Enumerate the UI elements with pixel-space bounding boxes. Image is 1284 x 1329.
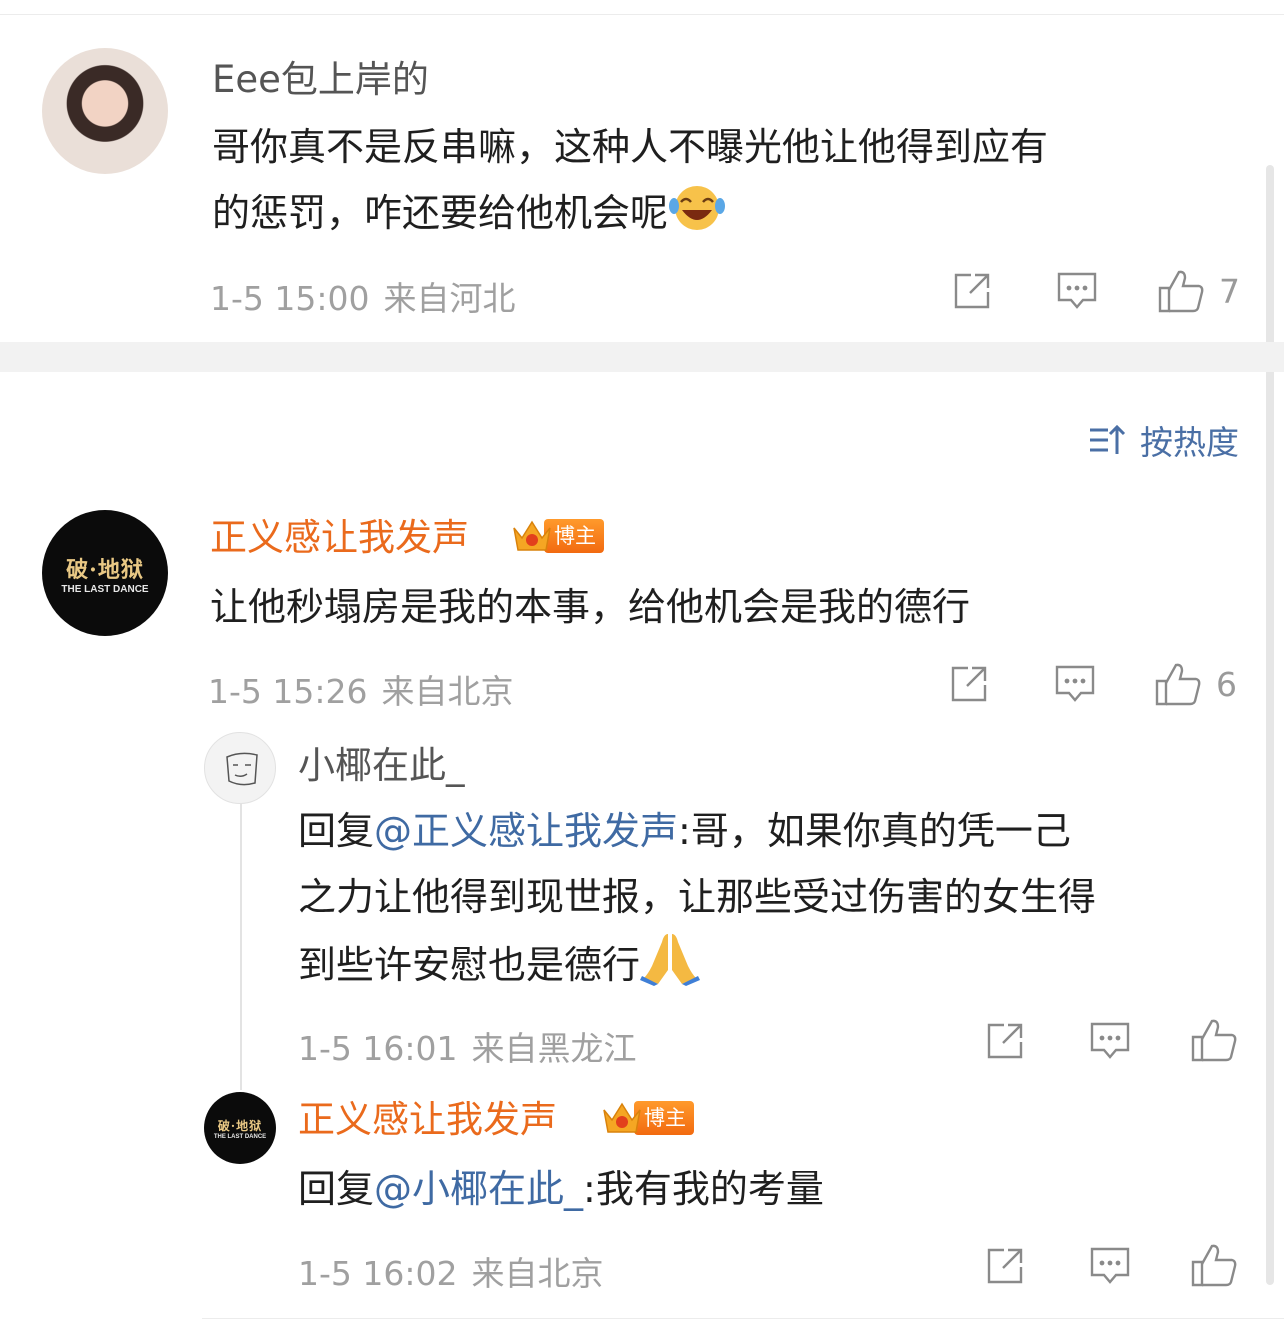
comment-location: 来自北京 bbox=[381, 672, 514, 711]
reply-body: :我有我的考量 bbox=[583, 1167, 824, 1211]
comment-icon bbox=[1055, 665, 1095, 702]
reply-time: 1-5 16:02 bbox=[298, 1254, 458, 1293]
sort-label: 按热度 bbox=[1140, 423, 1239, 462]
like-count: 6 bbox=[1216, 664, 1237, 704]
avatar-poster-subtitle: THE LAST DANCE bbox=[213, 1133, 267, 1140]
comment-location: 来自河北 bbox=[383, 279, 516, 318]
reply-time: 1-5 16:01 bbox=[298, 1029, 458, 1068]
like-icon bbox=[1191, 1019, 1237, 1062]
comment-button[interactable] bbox=[1055, 270, 1099, 312]
reply-prefix: 回复 bbox=[298, 809, 375, 853]
reply-text-line: 回复@正义感让我发声:哥，如果你真的凭一己 bbox=[298, 798, 1096, 864]
laughing-emoji-icon bbox=[668, 182, 726, 254]
reply-username[interactable]: 小椰在此_ bbox=[298, 744, 465, 788]
share-button[interactable] bbox=[984, 1020, 1026, 1062]
mention-link[interactable]: @正义感让我发声 bbox=[374, 809, 678, 853]
avatar-poster-title: 破·地狱 bbox=[217, 1118, 263, 1133]
comment-button[interactable] bbox=[1088, 1245, 1132, 1287]
reply-text-line: 到些许安慰也是德行 bbox=[298, 930, 1096, 1006]
crown-icon bbox=[510, 516, 554, 556]
comment-username[interactable]: Eee包上岸的 bbox=[212, 58, 429, 102]
reply-meta: 1-5 16:02 来自北京 bbox=[298, 1247, 604, 1295]
like-button[interactable] bbox=[1190, 1242, 1238, 1288]
reply-text: 回复@小椰在此_:我有我的考量 bbox=[298, 1156, 824, 1222]
comment-text: 让他秒塌房是我的本事，给他机会是我的德行 bbox=[210, 585, 971, 629]
like-button[interactable] bbox=[1190, 1017, 1238, 1063]
like-button[interactable]: 7 bbox=[1157, 268, 1240, 314]
share-icon bbox=[951, 666, 987, 702]
comment-page: Eee包上岸的 哥你真不是反串嘛，这种人不曝光他让他得到应有 的惩罚，咋还要给他… bbox=[0, 0, 1284, 1329]
reply-text-line-1: :哥，如果你真的凭一己 bbox=[678, 809, 1071, 853]
avatar[interactable]: 破·地狱 THE LAST DANCE bbox=[42, 510, 168, 636]
comment-text-line: 哥你真不是反串嘛，这种人不曝光他让他得到应有 bbox=[212, 125, 1049, 169]
share-icon bbox=[954, 273, 990, 309]
like-button[interactable]: 6 bbox=[1154, 661, 1237, 707]
like-icon bbox=[1158, 270, 1204, 313]
divider bbox=[0, 14, 1284, 15]
folded-hands-emoji-icon bbox=[640, 930, 701, 1006]
comment-time: 1-5 15:00 bbox=[210, 279, 370, 318]
sort-icon bbox=[1090, 424, 1126, 454]
reply-prefix: 回复 bbox=[298, 1167, 375, 1211]
section-divider bbox=[0, 342, 1284, 372]
like-icon bbox=[1155, 663, 1201, 706]
comment-time: 1-5 15:26 bbox=[208, 672, 368, 711]
comment-button[interactable] bbox=[1053, 663, 1097, 705]
reply-text: 回复@正义感让我发声:哥，如果你真的凭一己 之力让他得到现世报，让那些受过伤害的… bbox=[298, 798, 1096, 1006]
scrollbar[interactable] bbox=[1266, 165, 1274, 1285]
share-button[interactable] bbox=[948, 663, 990, 705]
divider bbox=[202, 1318, 1284, 1319]
comment-text-line: 的惩罚，咋还要给他机会呢 bbox=[212, 180, 1048, 254]
comment-meta: 1-5 15:00 来自河北 bbox=[210, 272, 516, 320]
reply-text-line: 之力让他得到现世报，让那些受过伤害的女生得 bbox=[298, 875, 1097, 919]
like-count: 7 bbox=[1219, 271, 1240, 311]
comment-meta: 1-5 15:26 来自北京 bbox=[208, 665, 514, 713]
sort-button[interactable]: 按热度 bbox=[1088, 416, 1239, 464]
like-icon bbox=[1191, 1244, 1237, 1287]
blogger-badge: 博主 bbox=[600, 1100, 694, 1136]
reply-meta: 1-5 16:01 来自黑龙江 bbox=[298, 1022, 637, 1070]
share-button[interactable] bbox=[984, 1245, 1026, 1287]
comment-text: 哥你真不是反串嘛，这种人不曝光他让他得到应有 的惩罚，咋还要给他机会呢 bbox=[212, 114, 1048, 254]
mention-link[interactable]: @小椰在此_ bbox=[374, 1167, 583, 1211]
share-button[interactable] bbox=[951, 270, 993, 312]
comment-text-line-2: 的惩罚，咋还要给他机会呢 bbox=[212, 191, 669, 235]
reply-location: 来自黑龙江 bbox=[471, 1029, 637, 1068]
default-avatar-icon bbox=[226, 752, 258, 786]
share-icon bbox=[987, 1023, 1023, 1059]
avatar[interactable] bbox=[204, 732, 276, 804]
avatar[interactable] bbox=[42, 48, 168, 174]
avatar[interactable]: 破·地狱 THE LAST DANCE bbox=[204, 1092, 276, 1164]
blogger-badge: 博主 bbox=[510, 518, 604, 554]
comment-username[interactable]: 正义感让我发声 bbox=[210, 516, 469, 560]
reply-username[interactable]: 正义感让我发声 bbox=[298, 1098, 557, 1142]
comment-button[interactable] bbox=[1088, 1020, 1132, 1062]
reply-text-line-3: 到些许安慰也是德行 bbox=[298, 943, 641, 987]
share-icon bbox=[987, 1248, 1023, 1284]
thread-line bbox=[240, 800, 242, 1090]
avatar-poster-subtitle: THE LAST DANCE bbox=[61, 583, 149, 595]
avatar-poster-title: 破·地狱 bbox=[66, 556, 144, 583]
reply-location: 来自北京 bbox=[471, 1254, 604, 1293]
comment-icon bbox=[1057, 272, 1097, 309]
comment-icon bbox=[1090, 1022, 1130, 1059]
comment-icon bbox=[1090, 1247, 1130, 1284]
crown-icon bbox=[600, 1098, 644, 1138]
